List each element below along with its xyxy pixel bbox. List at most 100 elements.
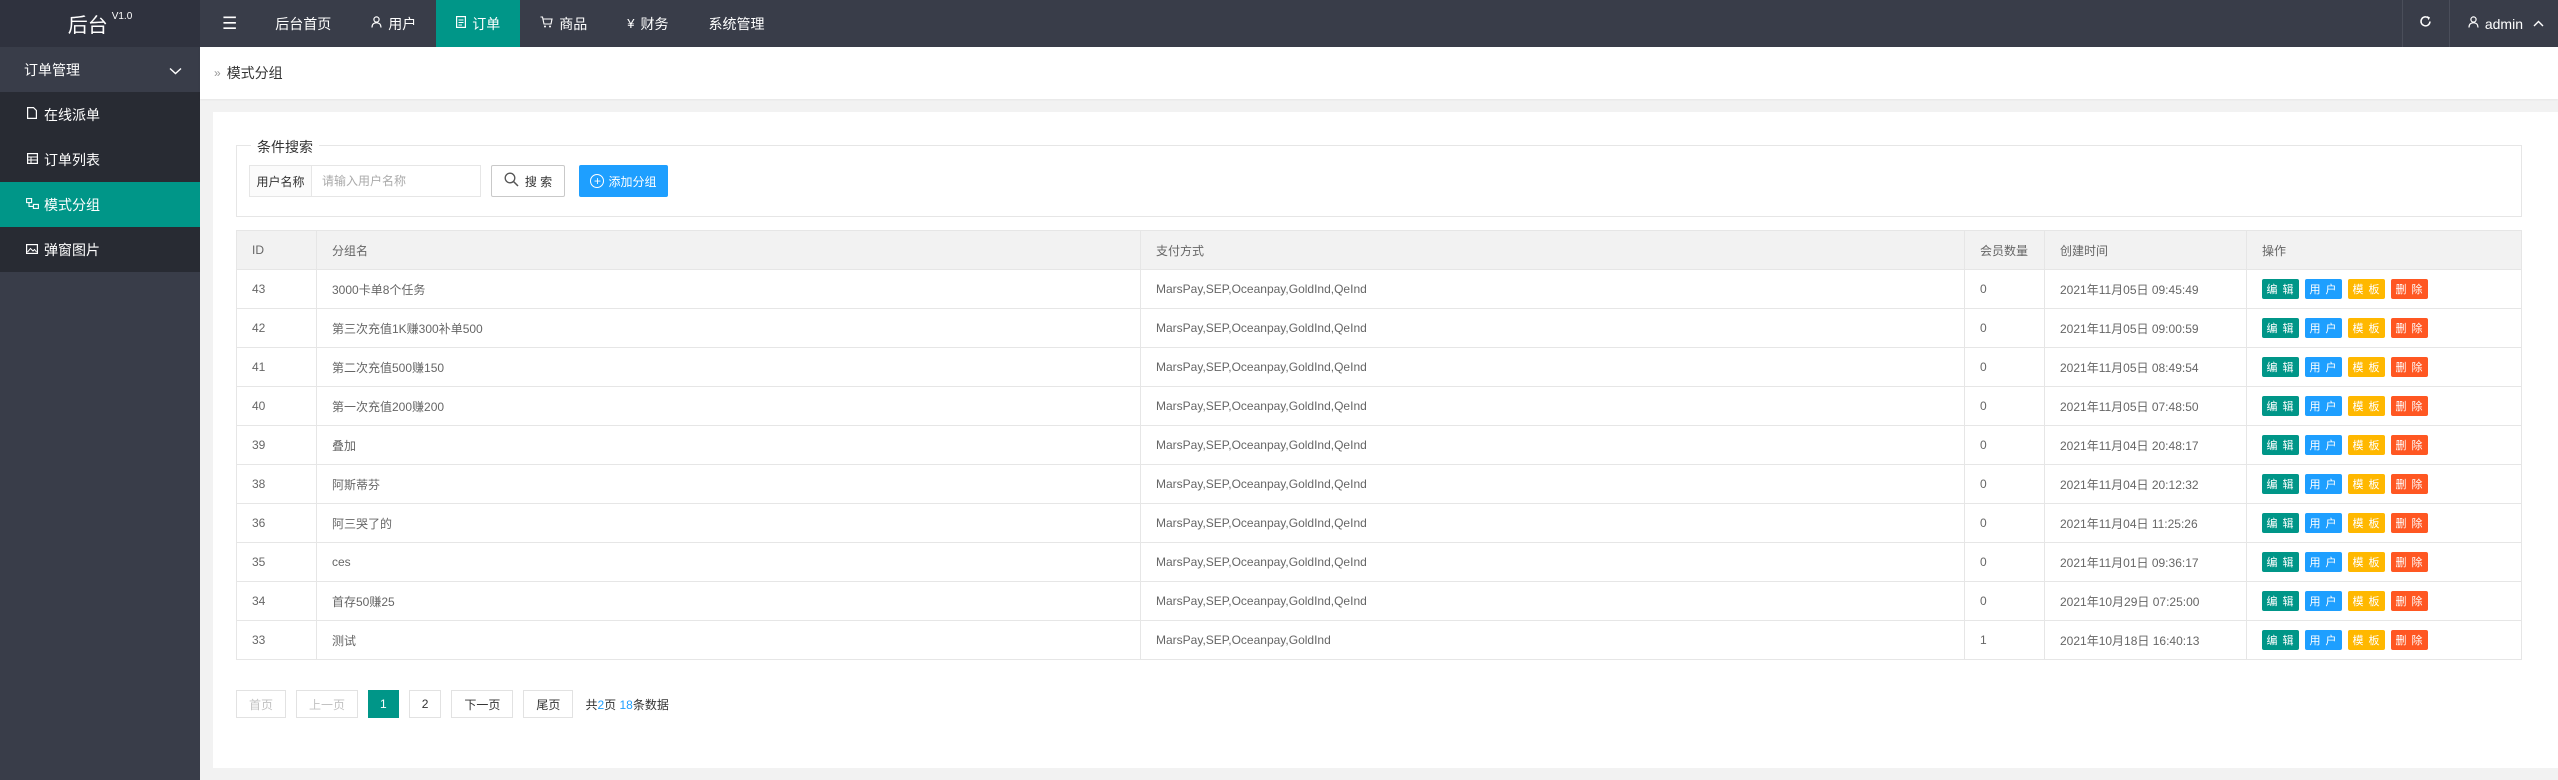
cell-id: 34 bbox=[236, 581, 317, 621]
breadcrumb-current: 模式分组 bbox=[226, 65, 283, 81]
edit-button[interactable]: 编 辑 bbox=[2262, 396, 2299, 416]
table-row: 42 第三次充值1K赚300补单500 MarsPay,SEP,Oceanpay,G… bbox=[236, 308, 2522, 348]
delete-button[interactable]: 删 除 bbox=[2391, 591, 2428, 611]
users-button[interactable]: 用 户 bbox=[2305, 396, 2342, 416]
username-search-input[interactable] bbox=[312, 166, 480, 196]
users-button[interactable]: 用 户 bbox=[2305, 318, 2342, 338]
page-button-1[interactable]: 1 bbox=[368, 690, 399, 718]
sidebar-list: 在线派单 订单列表 模式分组 弹窗图片 bbox=[0, 92, 200, 272]
cell-members: 0 bbox=[1964, 269, 2045, 309]
cell-payment: MarsPay,SEP,Oceanpay,GoldInd,QeInd bbox=[1140, 269, 1965, 309]
row-actions: 编 辑用 户模 板删 除 bbox=[2262, 513, 2506, 533]
template-button[interactable]: 模 板 bbox=[2348, 591, 2385, 611]
edit-button[interactable]: 编 辑 bbox=[2262, 318, 2299, 338]
search-button-label: 搜 索 bbox=[524, 174, 553, 189]
edit-button[interactable]: 编 辑 bbox=[2262, 630, 2299, 650]
logo[interactable]: 后台 V1.0 bbox=[0, 0, 200, 47]
pagination-info-prefix: 共 bbox=[585, 697, 598, 712]
user-menu[interactable]: admin bbox=[2450, 0, 2558, 47]
template-button[interactable]: 模 板 bbox=[2348, 474, 2385, 494]
nav-item-label: 订单 bbox=[472, 15, 501, 32]
template-button[interactable]: 模 板 bbox=[2348, 630, 2385, 650]
template-button[interactable]: 模 板 bbox=[2348, 279, 2385, 299]
template-button[interactable]: 模 板 bbox=[2348, 318, 2385, 338]
edit-button[interactable]: 编 辑 bbox=[2262, 435, 2299, 455]
users-button[interactable]: 用 户 bbox=[2305, 474, 2342, 494]
add-group-button[interactable]: + 添加分组 bbox=[579, 165, 668, 197]
template-button[interactable]: 模 板 bbox=[2348, 396, 2385, 416]
users-button[interactable]: 用 户 bbox=[2305, 591, 2342, 611]
top-bar: 后台 V1.0 ☰ 后台首页 用户 订单 商品 ¥ 财务 系统管理 admin bbox=[0, 0, 2558, 47]
users-button[interactable]: 用 户 bbox=[2305, 552, 2342, 572]
logo-text: 后台 bbox=[67, 15, 108, 37]
delete-button[interactable]: 删 除 bbox=[2391, 357, 2428, 377]
sidebar-item-mode-group[interactable]: 模式分组 bbox=[0, 182, 200, 227]
next-page-button[interactable]: 下一页 bbox=[451, 690, 514, 718]
sidebar-item-order-list[interactable]: 订单列表 bbox=[0, 137, 200, 182]
delete-button[interactable]: 删 除 bbox=[2391, 396, 2428, 416]
sidebar-section-orders[interactable]: 订单管理 bbox=[0, 47, 200, 92]
prev-page-button[interactable]: 上一页 bbox=[296, 690, 359, 718]
delete-button[interactable]: 删 除 bbox=[2391, 435, 2428, 455]
top-nav: ☰ 后台首页 用户 订单 商品 ¥ 财务 系统管理 bbox=[200, 0, 784, 47]
edit-button[interactable]: 编 辑 bbox=[2262, 279, 2299, 299]
sidebar: 订单管理 在线派单 订单列表 模式分组 弹窗图片 bbox=[0, 47, 200, 780]
last-page-button[interactable]: 尾页 bbox=[523, 690, 574, 718]
page-button-2[interactable]: 2 bbox=[408, 690, 442, 718]
plus-circle-icon: + bbox=[590, 174, 605, 188]
main-card: 条件搜索 用户名称 搜 索 + 添加分组 ID 分组名 支付方式 bbox=[213, 112, 2558, 768]
edit-button[interactable]: 编 辑 bbox=[2262, 552, 2299, 572]
cell-members: 0 bbox=[1964, 581, 2045, 621]
nav-item-orders[interactable]: 订单 bbox=[436, 0, 521, 47]
template-button[interactable]: 模 板 bbox=[2348, 435, 2385, 455]
top-right: admin bbox=[2401, 0, 2558, 47]
row-actions: 编 辑用 户模 板删 除 bbox=[2262, 474, 2506, 494]
cell-created: 2021年11月01日 09:36:17 bbox=[2044, 542, 2247, 582]
breadcrumb: » 模式分组 bbox=[200, 47, 2558, 99]
yen-icon: ¥ bbox=[627, 16, 635, 31]
edit-button[interactable]: 编 辑 bbox=[2262, 357, 2299, 377]
search-button[interactable]: 搜 索 bbox=[491, 165, 565, 197]
nav-item-users[interactable]: 用户 bbox=[351, 0, 436, 47]
cell-payment: MarsPay,SEP,Oceanpay,GoldInd bbox=[1140, 620, 1965, 660]
nav-item-products[interactable]: 商品 bbox=[520, 0, 607, 47]
users-button[interactable]: 用 户 bbox=[2305, 513, 2342, 533]
cell-actions: 编 辑用 户模 板删 除 bbox=[2246, 269, 2522, 309]
template-button[interactable]: 模 板 bbox=[2348, 552, 2385, 572]
users-button[interactable]: 用 户 bbox=[2305, 630, 2342, 650]
sidebar-item-dispatch[interactable]: 在线派单 bbox=[0, 92, 200, 137]
cell-members: 0 bbox=[1964, 464, 2045, 504]
users-button[interactable]: 用 户 bbox=[2305, 279, 2342, 299]
nav-item-home[interactable]: 后台首页 bbox=[255, 0, 351, 47]
header-members: 会员数量 bbox=[1964, 230, 2045, 270]
header-id: ID bbox=[236, 230, 317, 270]
first-page-button[interactable]: 首页 bbox=[236, 690, 287, 718]
nav-item-system[interactable]: 系统管理 bbox=[688, 0, 784, 47]
add-group-label: 添加分组 bbox=[608, 174, 657, 189]
delete-button[interactable]: 删 除 bbox=[2391, 630, 2428, 650]
cell-members: 0 bbox=[1964, 347, 2045, 387]
delete-button[interactable]: 删 除 bbox=[2391, 279, 2428, 299]
users-button[interactable]: 用 户 bbox=[2305, 435, 2342, 455]
edit-button[interactable]: 编 辑 bbox=[2262, 474, 2299, 494]
delete-button[interactable]: 删 除 bbox=[2391, 513, 2428, 533]
cell-members: 0 bbox=[1964, 503, 2045, 543]
nav-item-label: 用户 bbox=[388, 15, 417, 32]
menu-toggle-button[interactable]: ☰ bbox=[200, 0, 255, 47]
template-button[interactable]: 模 板 bbox=[2348, 513, 2385, 533]
nav-item-finance[interactable]: ¥ 财务 bbox=[607, 0, 688, 47]
template-button[interactable]: 模 板 bbox=[2348, 357, 2385, 377]
refresh-button[interactable] bbox=[2401, 0, 2450, 47]
edit-button[interactable]: 编 辑 bbox=[2262, 591, 2299, 611]
edit-button[interactable]: 编 辑 bbox=[2262, 513, 2299, 533]
cell-group-name: 3000卡单8个任务 bbox=[316, 269, 1141, 309]
delete-button[interactable]: 删 除 bbox=[2391, 474, 2428, 494]
header-created: 创建时间 bbox=[2044, 230, 2247, 270]
delete-button[interactable]: 删 除 bbox=[2391, 552, 2428, 572]
sidebar-item-popup-image[interactable]: 弹窗图片 bbox=[0, 227, 200, 272]
row-actions: 编 辑用 户模 板删 除 bbox=[2262, 630, 2506, 650]
cell-actions: 编 辑用 户模 板删 除 bbox=[2246, 464, 2522, 504]
users-button[interactable]: 用 户 bbox=[2305, 357, 2342, 377]
delete-button[interactable]: 删 除 bbox=[2391, 318, 2428, 338]
hamburger-icon: ☰ bbox=[222, 13, 238, 33]
